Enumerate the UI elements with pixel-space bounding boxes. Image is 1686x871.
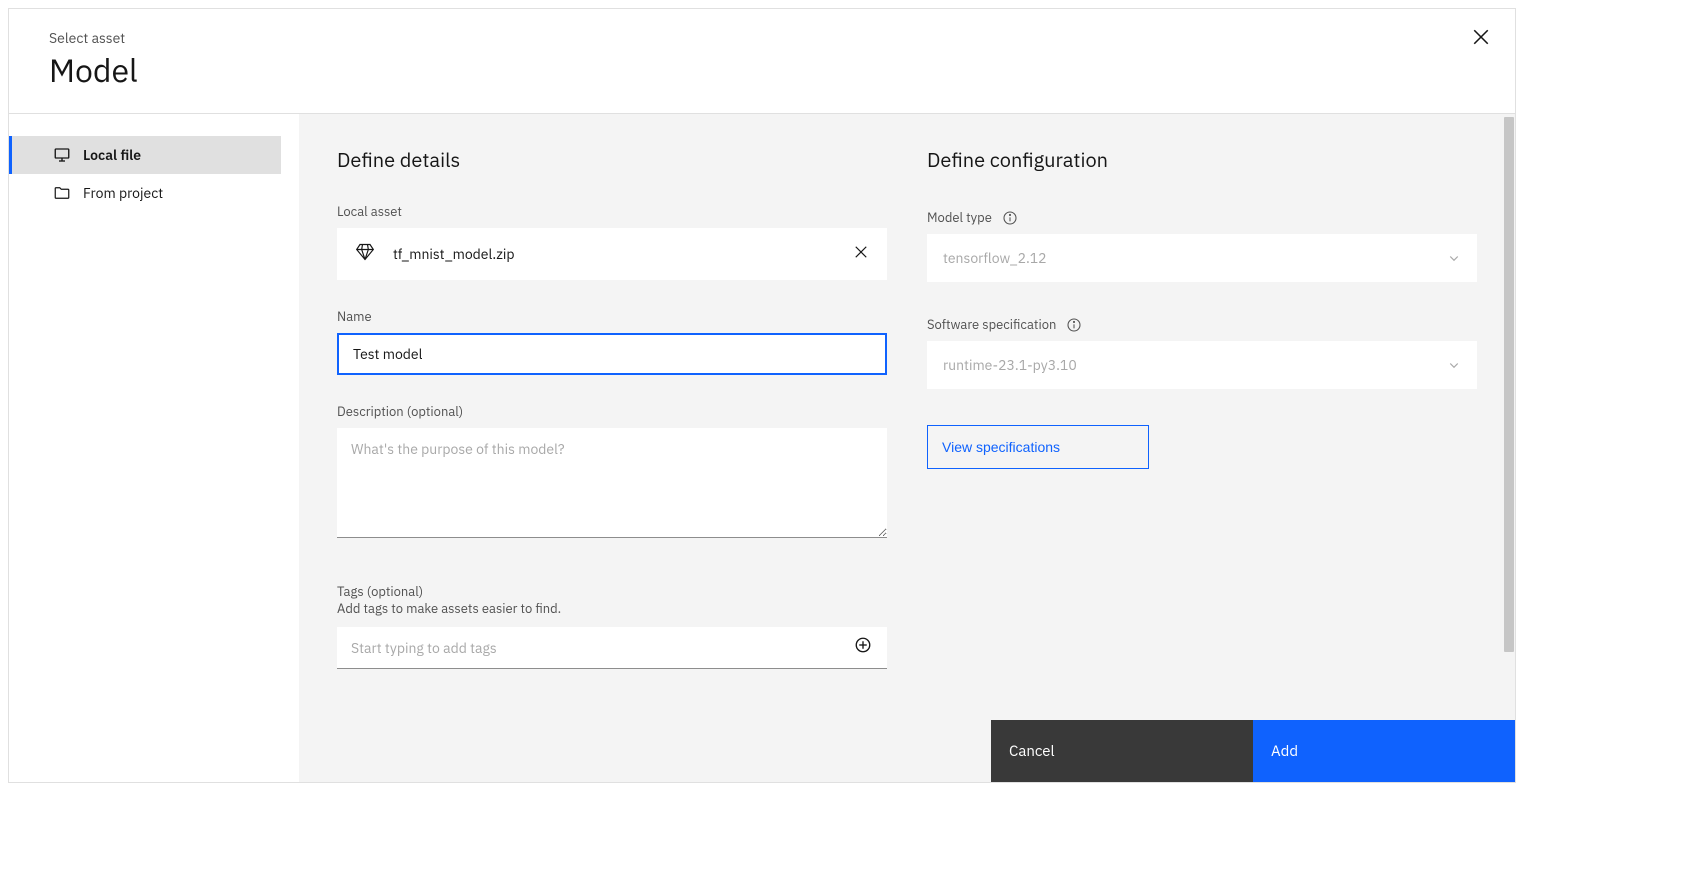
- tags-input-wrapper[interactable]: [337, 627, 887, 669]
- close-icon: [1472, 28, 1490, 51]
- modal-title: Model: [49, 51, 1475, 89]
- sidebar-item-label: Local file: [83, 146, 141, 164]
- info-icon[interactable]: [1066, 317, 1082, 333]
- name-input[interactable]: [337, 333, 887, 375]
- software-spec-label-row: Software specification: [927, 316, 1477, 333]
- info-icon[interactable]: [1002, 210, 1018, 226]
- monitor-icon: [53, 146, 71, 164]
- chevron-down-icon: [1447, 251, 1461, 265]
- model-type-value: tensorflow_2.12: [943, 249, 1047, 267]
- tags-helper-text: Add tags to make assets easier to find.: [337, 600, 887, 617]
- source-sidebar: Local file From project: [9, 114, 299, 782]
- software-spec-field: Software specification runtime-23.1-py3.…: [927, 316, 1477, 389]
- cancel-button[interactable]: Cancel: [991, 720, 1253, 782]
- add-button[interactable]: Add: [1253, 720, 1515, 782]
- modal-content: Define details Local asset tf_mni: [299, 114, 1515, 782]
- close-icon: [854, 245, 868, 263]
- scrollbar-thumb[interactable]: [1504, 117, 1514, 652]
- software-spec-label: Software specification: [927, 316, 1056, 333]
- model-type-label-row: Model type: [927, 209, 1477, 226]
- software-spec-select[interactable]: runtime-23.1-py3.10: [927, 341, 1477, 389]
- software-spec-value: runtime-23.1-py3.10: [943, 356, 1077, 374]
- define-configuration-column: Define configuration Model type: [927, 146, 1477, 750]
- modal-footer: Cancel Add: [991, 720, 1515, 782]
- description-label: Description (optional): [337, 403, 887, 420]
- diamond-icon: [355, 242, 375, 266]
- model-type-label: Model type: [927, 209, 992, 226]
- tags-field: Tags (optional) Add tags to make assets …: [337, 583, 887, 669]
- plus-circle-icon: [854, 636, 872, 659]
- view-specifications-button[interactable]: View specifications: [927, 425, 1149, 469]
- select-asset-modal: Select asset Model Local file: [8, 8, 1516, 783]
- sidebar-item-label: From project: [83, 184, 163, 202]
- selected-file-name: tf_mnist_model.zip: [393, 245, 835, 263]
- sidebar-item-local-file[interactable]: Local file: [9, 136, 281, 174]
- chevron-down-icon: [1447, 358, 1461, 372]
- local-asset-label: Local asset: [337, 203, 887, 220]
- tags-input[interactable]: [351, 639, 853, 657]
- sidebar-item-from-project[interactable]: From project: [15, 174, 281, 212]
- description-textarea[interactable]: [337, 428, 887, 538]
- name-field: Name: [337, 308, 887, 375]
- name-label: Name: [337, 308, 887, 325]
- add-tag-button[interactable]: [853, 638, 873, 658]
- scrollbar-track[interactable]: [1503, 114, 1515, 782]
- define-details-column: Define details Local asset tf_mni: [337, 146, 887, 750]
- define-configuration-title: Define configuration: [927, 146, 1477, 173]
- selected-file-pill: tf_mnist_model.zip: [337, 228, 887, 280]
- modal-header: Select asset Model: [9, 9, 1515, 114]
- modal-subtitle: Select asset: [49, 29, 1475, 47]
- tags-label: Tags (optional): [337, 583, 887, 600]
- close-button[interactable]: [1469, 27, 1493, 51]
- define-details-title: Define details: [337, 146, 887, 173]
- local-asset-field: Local asset tf_mnist_model.zip: [337, 203, 887, 280]
- remove-file-button[interactable]: [853, 246, 869, 262]
- folder-icon: [53, 184, 71, 202]
- model-type-select[interactable]: tensorflow_2.12: [927, 234, 1477, 282]
- model-type-field: Model type tensorflow_2.12: [927, 209, 1477, 282]
- description-field: Description (optional): [337, 403, 887, 543]
- modal-body: Local file From project Define details L…: [9, 114, 1515, 782]
